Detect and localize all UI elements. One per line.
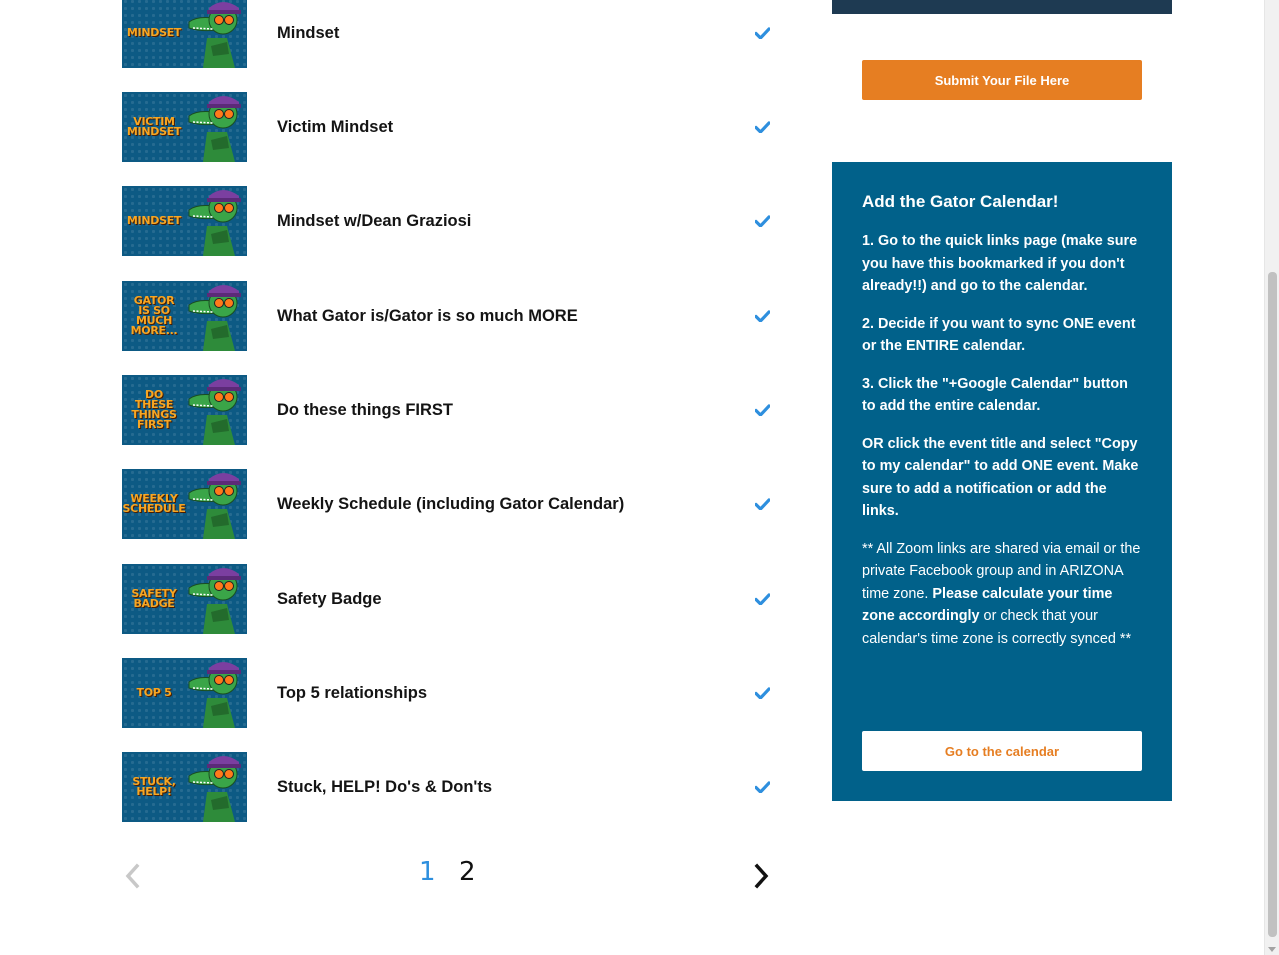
lesson-thumbnail[interactable]: DO THESE THINGS FIRST (122, 375, 247, 445)
gator-mascot-icon (188, 285, 241, 351)
calendar-step-1: 1. Go to the quick links page (make sure… (862, 233, 1138, 294)
calendar-step-3: 3. Click the "+Google Calendar" button t… (862, 375, 1128, 415)
check-icon (752, 498, 772, 510)
lesson-thumbnail[interactable]: WEEKLY SCHEDULE (122, 469, 247, 539)
check-icon (752, 215, 772, 227)
lesson-thumbnail[interactable]: MINDSET (122, 0, 247, 68)
thumbnail-text: SAFETY BADGE (131, 587, 177, 610)
go-to-calendar-button[interactable]: Go to the calendar (862, 731, 1142, 771)
calendar-note: ** All Zoom links are shared via email o… (862, 538, 1142, 651)
check-icon (752, 404, 772, 416)
thumbnail-text: MINDSET (126, 26, 182, 39)
gator-mascot-icon (188, 190, 241, 256)
gator-mascot-icon (188, 756, 241, 822)
lesson-title[interactable]: Safety Badge (277, 590, 752, 609)
chevron-right-icon[interactable] (752, 863, 772, 889)
lesson-thumbnail[interactable]: TOP 5 (122, 658, 247, 728)
gator-mascot-icon (188, 2, 241, 68)
lesson-item[interactable]: STUCK, HELP! Stuck, HELP! Do's & Don'ts (122, 752, 782, 822)
page-2-link[interactable]: 2 (459, 857, 476, 887)
chevron-left-icon[interactable] (122, 863, 142, 889)
lesson-thumbnail[interactable]: VICTIM MINDSET (122, 92, 247, 162)
scrollbar[interactable] (1264, 0, 1279, 955)
gator-mascot-icon (188, 662, 241, 728)
lesson-title[interactable]: What Gator is/Gator is so much MORE (277, 307, 752, 326)
check-icon (752, 593, 772, 605)
pagination: 1 2 (122, 855, 772, 895)
lesson-item[interactable]: SAFETY BADGE Safety Badge (122, 564, 782, 634)
scrollbar-thumb[interactable] (1268, 272, 1277, 937)
gator-mascot-icon (188, 568, 241, 634)
lesson-item[interactable]: DO THESE THINGS FIRST Do these things FIR… (122, 375, 782, 445)
lesson-thumbnail[interactable]: MINDSET (122, 186, 247, 256)
lesson-title[interactable]: Do these things FIRST (277, 401, 752, 420)
lesson-title[interactable]: Weekly Schedule (including Gator Calenda… (277, 495, 752, 514)
check-icon (752, 27, 772, 39)
thumbnail-text: DO THESE THINGS FIRST (131, 388, 177, 431)
lesson-title[interactable]: Top 5 relationships (277, 684, 752, 703)
scroll-down-arrow-icon[interactable] (1268, 947, 1276, 952)
thumbnail-text: WEEKLY SCHEDULE (122, 492, 186, 515)
calendar-panel: Add the Gator Calendar! 1. Go to the qui… (832, 162, 1172, 801)
gator-mascot-icon (188, 96, 241, 162)
calendar-step-2: 2. Decide if you want to sync ONE event … (862, 315, 1136, 355)
gator-mascot-icon (188, 473, 241, 539)
calendar-title: Add the Gator Calendar! (862, 192, 1059, 211)
lesson-item[interactable]: MINDSET Mindset w/Dean Graziosi (122, 186, 782, 256)
lesson-title[interactable]: Mindset (277, 24, 752, 43)
thumbnail-text: STUCK, HELP! (132, 775, 176, 798)
thumbnail-text: GATOR IS SO MUCH MORE... (130, 294, 178, 337)
check-icon (752, 121, 772, 133)
lesson-title[interactable]: Mindset w/Dean Graziosi (277, 212, 752, 231)
lesson-title[interactable]: Victim Mindset (277, 118, 752, 137)
submit-file-button[interactable]: Submit Your File Here (862, 60, 1142, 100)
sidebar-top-bar (832, 0, 1172, 14)
thumbnail-text: MINDSET (126, 214, 182, 227)
lesson-item[interactable]: VICTIM MINDSET Victim Mindset (122, 92, 782, 162)
lesson-item[interactable]: GATOR IS SO MUCH MORE... What Gator is/Ga… (122, 281, 782, 351)
lesson-item[interactable]: TOP 5 Top 5 relationships (122, 658, 782, 728)
check-icon (752, 310, 772, 322)
thumbnail-text: TOP 5 (136, 686, 172, 699)
lesson-thumbnail[interactable]: STUCK, HELP! (122, 752, 247, 822)
lesson-thumbnail[interactable]: GATOR IS SO MUCH MORE... (122, 281, 247, 351)
thumbnail-text: VICTIM MINDSET (126, 115, 182, 138)
lesson-item[interactable]: MINDSET Mindset (122, 0, 782, 68)
calendar-step-4: OR click the event title and select "Cop… (862, 435, 1139, 520)
page-1-link[interactable]: 1 (419, 857, 436, 887)
lesson-thumbnail[interactable]: SAFETY BADGE (122, 564, 247, 634)
check-icon (752, 781, 772, 793)
gator-mascot-icon (188, 379, 241, 445)
lesson-item[interactable]: WEEKLY SCHEDULE Weekly Schedule (includin… (122, 469, 782, 539)
check-icon (752, 687, 772, 699)
lesson-title[interactable]: Stuck, HELP! Do's & Don'ts (277, 778, 752, 797)
